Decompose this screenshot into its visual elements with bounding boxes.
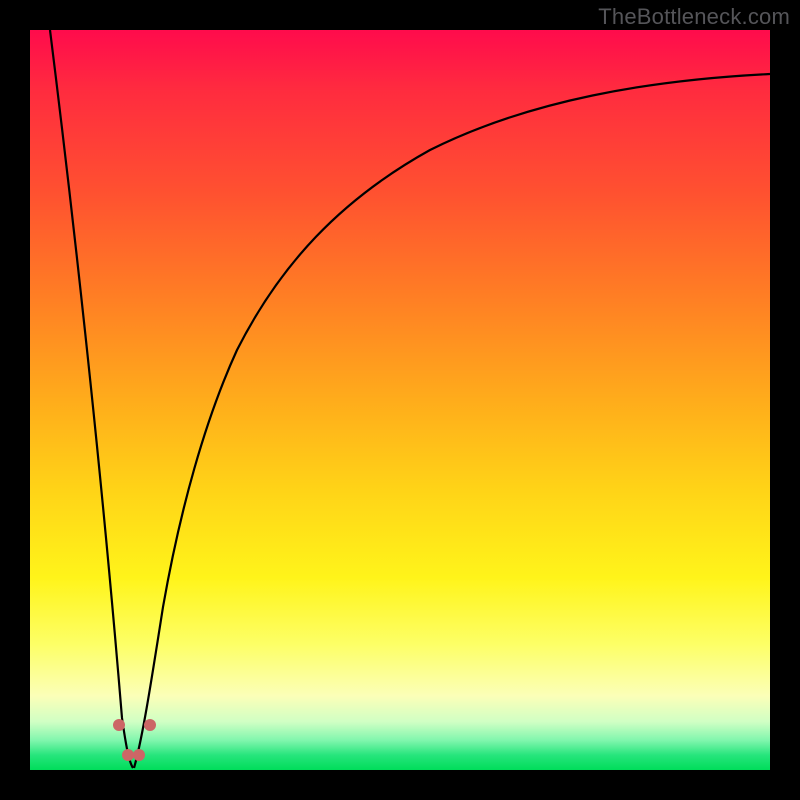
valley-markers	[113, 719, 156, 761]
curve-left-branch	[50, 30, 133, 768]
outer-frame: TheBottleneck.com	[0, 0, 800, 800]
attribution-label: TheBottleneck.com	[598, 4, 790, 30]
marker-dot	[133, 749, 145, 761]
plot-area	[30, 30, 770, 770]
marker-dot	[122, 749, 134, 761]
marker-dot	[113, 719, 125, 731]
marker-dot	[144, 719, 156, 731]
bottleneck-curve	[30, 30, 770, 770]
curve-right-branch	[134, 74, 770, 768]
